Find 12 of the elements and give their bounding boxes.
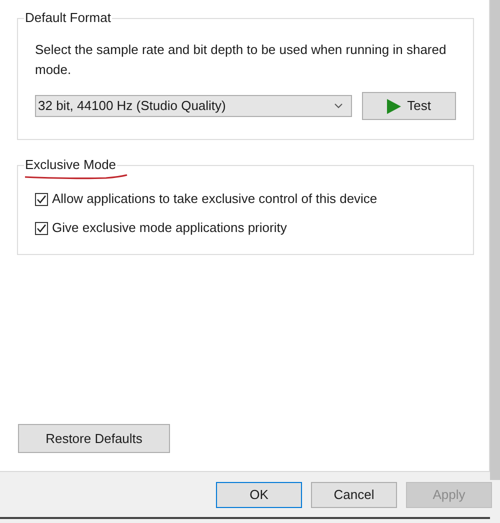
test-button[interactable]: Test xyxy=(362,92,456,120)
format-dropdown[interactable]: 32 bit, 44100 Hz (Studio Quality) xyxy=(35,95,352,117)
description-text: Select the sample rate and bit depth to be used when running in shared mode. xyxy=(35,41,448,79)
dialog-button[interactable]: Cancel xyxy=(311,482,397,508)
chevron-down-icon xyxy=(334,103,344,109)
checkbox-label[interactable]: Give exclusive mode applications priority xyxy=(52,219,287,237)
checkbox[interactable] xyxy=(35,222,48,234)
play-icon xyxy=(387,98,402,114)
dialog-button[interactable]: OK xyxy=(216,482,302,508)
checkbox[interactable] xyxy=(35,192,48,206)
restore-defaults-button[interactable]: Restore Defaults xyxy=(18,424,170,453)
checkbox-label[interactable]: Allow applications to take exclusive control of this device xyxy=(52,190,378,208)
